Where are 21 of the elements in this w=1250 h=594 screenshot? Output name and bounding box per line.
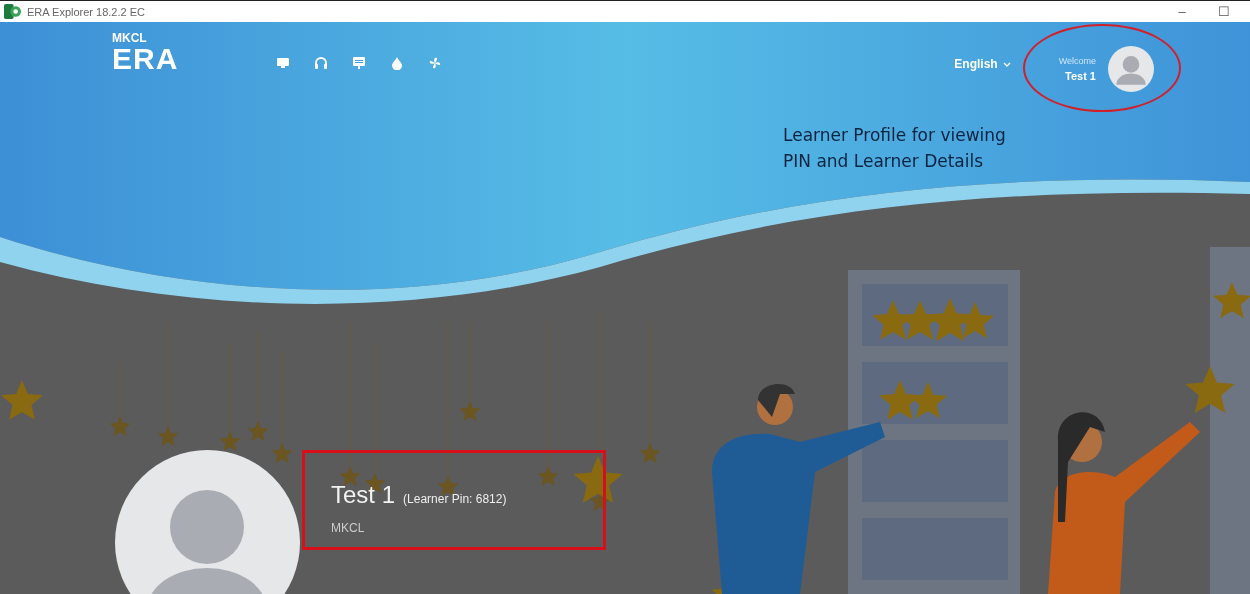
organization-name: MKCL [331, 521, 366, 535]
minimize-button[interactable]: – [1164, 4, 1200, 19]
monitor-icon[interactable] [276, 56, 291, 70]
annotation-text: Learner Profile for viewing [783, 124, 1006, 147]
learner-pin: (Learner Pin: 6812) [403, 492, 507, 506]
logo-subtitle: MKCL [112, 32, 148, 44]
chevron-down-icon [1002, 61, 1011, 67]
avatar-icon [115, 450, 300, 594]
drop-icon[interactable] [390, 56, 405, 70]
avatar-icon[interactable] [1108, 46, 1154, 92]
annotation-text: PIN and Learner Details [783, 150, 985, 173]
app-icon [4, 4, 21, 19]
window-title: ERA Explorer 18.2.2 EC [27, 5, 145, 18]
logo-text: ERA [112, 44, 179, 74]
maximize-button[interactable]: ☐ [1206, 4, 1242, 19]
profile-name: Test 1 [331, 481, 396, 509]
welcome-label: Welcome [1058, 56, 1096, 66]
fan-icon[interactable] [428, 56, 443, 70]
headphones-icon[interactable] [314, 56, 329, 70]
user-name: Test 1 [1065, 70, 1096, 82]
presentation-icon[interactable] [352, 56, 367, 70]
